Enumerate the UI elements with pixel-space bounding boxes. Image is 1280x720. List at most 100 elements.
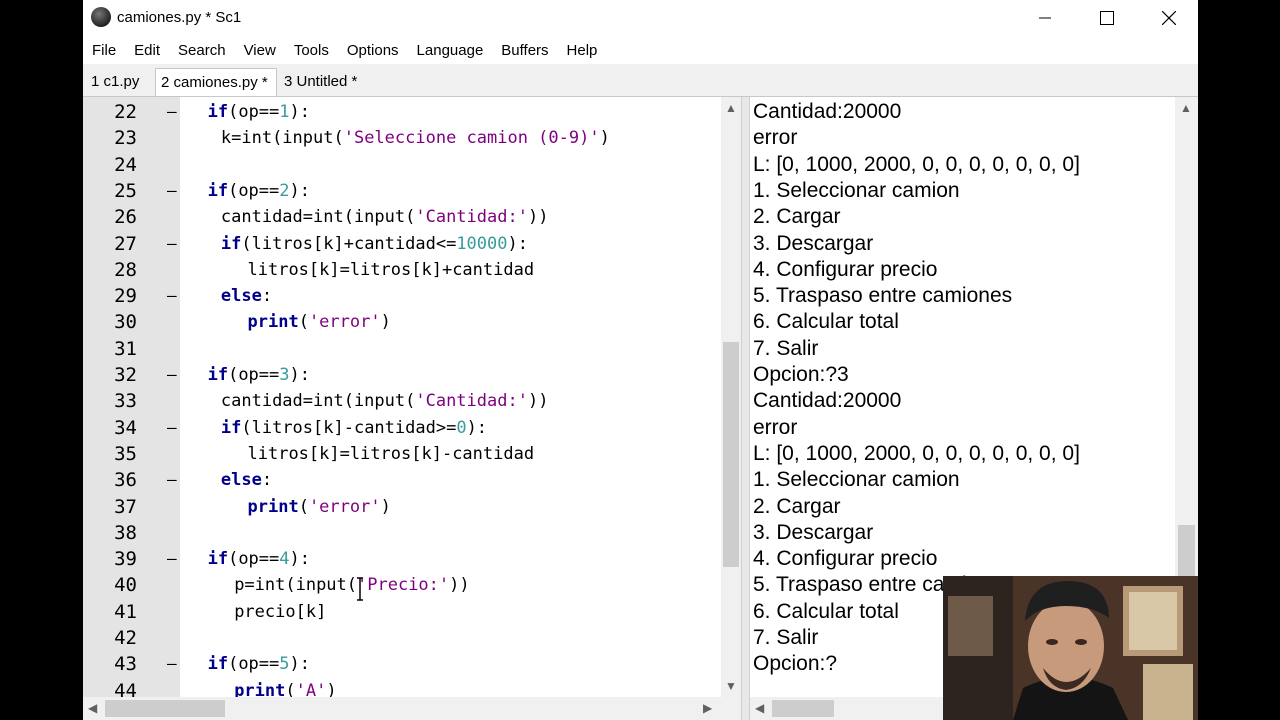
code-line[interactable]: 39 – if(op==4):: [83, 546, 741, 572]
code-line[interactable]: 41 precio[k]: [83, 599, 741, 625]
scroll-down-arrow-icon[interactable]: ▼: [725, 679, 737, 693]
fold-marker-icon[interactable]: –: [167, 99, 177, 125]
pane-splitter[interactable]: [741, 97, 750, 720]
output-line: Cantidad:20000: [753, 100, 902, 123]
code-token: (op==: [228, 654, 280, 675]
code-text: cantidad=int(input('Cantidad:')): [221, 388, 549, 414]
title-bar[interactable]: camiones.py * Sc1: [83, 0, 1198, 36]
code-line[interactable]: 22 – if(op==1):: [83, 99, 741, 125]
menu-file[interactable]: File: [83, 42, 125, 59]
menu-view[interactable]: View: [235, 42, 285, 59]
scroll-left-arrow-icon[interactable]: ◀: [755, 701, 764, 715]
fold-marker-icon[interactable]: –: [167, 231, 177, 257]
menu-search[interactable]: Search: [169, 42, 235, 59]
tab-label: 3 Untitled *: [284, 73, 358, 90]
fold-marker-icon[interactable]: –: [167, 651, 177, 677]
output-line: 2. Cargar: [753, 494, 841, 518]
tab-c1[interactable]: 1 c1.py: [86, 68, 144, 95]
line-number: 42: [114, 627, 137, 649]
code-line[interactable]: 28 litros[k]=litros[k]+cantidad: [83, 257, 741, 283]
minimize-button[interactable]: [1022, 0, 1068, 36]
output-line: Opcion:?: [753, 652, 838, 676]
code-token: 'error': [308, 496, 381, 517]
code-line[interactable]: 30 print('error'): [83, 309, 741, 335]
code-line[interactable]: 32 – if(op==3):: [83, 362, 741, 388]
scroll-thumb[interactable]: [723, 342, 739, 567]
code-line[interactable]: 25 – if(op==2):: [83, 178, 741, 204]
code-line[interactable]: 33 cantidad=int(input('Cantidad:')): [83, 388, 741, 414]
scroll-thumb[interactable]: [772, 700, 834, 717]
code-line[interactable]: 27 – if(litros[k]+cantidad<=10000):: [83, 231, 741, 257]
code-token: )): [449, 575, 470, 596]
output-line: L: [0, 1000, 2000, 0, 0, 0, 0, 0, 0, 0]: [753, 152, 1080, 176]
line-number: 32: [114, 364, 137, 386]
menu-options[interactable]: Options: [338, 42, 408, 59]
code-token: :: [299, 102, 311, 122]
code-token: 3: [279, 365, 290, 385]
code-editor[interactable]: 22– if(op==1): 23 k=int(input('Seleccione c…: [83, 97, 741, 697]
output-line: 1. Seleccionar camion: [753, 468, 960, 492]
fold-marker-icon[interactable]: –: [167, 467, 177, 493]
code-token: if: [220, 233, 242, 254]
code-token: op==: [238, 102, 280, 122]
code-line[interactable]: 29 – else:: [83, 283, 741, 309]
code-line[interactable]: 34 – if(litros[k]-cantidad>=0):: [83, 415, 741, 441]
line-number: 22: [114, 101, 137, 123]
scroll-thumb[interactable]: [105, 700, 225, 717]
scroll-up-arrow-icon[interactable]: ▲: [725, 101, 737, 115]
line-number: 44: [114, 679, 137, 697]
output-line: Cantidad:20000: [753, 389, 902, 413]
menu-buffers[interactable]: Buffers: [492, 42, 557, 59]
output-line: 3. Descargar: [753, 231, 874, 255]
code-line[interactable]: 35 litros[k]=litros[k]-cantidad: [83, 441, 741, 467]
output-line: L: [0, 1000, 2000, 0, 0, 0, 0, 0, 0, 0]: [753, 441, 1080, 465]
editor-horizontal-scrollbar[interactable]: ◀ ▶: [83, 697, 721, 720]
code-line[interactable]: 37 print('error'): [83, 494, 741, 520]
output-line: 1. Seleccionar camion: [753, 178, 960, 202]
code-line[interactable]: 24: [83, 152, 741, 178]
code-line[interactable]: 42: [83, 625, 741, 651]
close-button[interactable]: [1146, 0, 1192, 36]
tab-camiones[interactable]: 2 camiones.py *: [155, 68, 277, 96]
fold-marker-icon[interactable]: –: [167, 546, 177, 572]
menu-edit[interactable]: Edit: [125, 42, 169, 59]
code-token: k=int(input(: [220, 128, 344, 149]
scroll-left-arrow-icon[interactable]: ◀: [88, 701, 97, 715]
code-line[interactable]: 31: [83, 336, 741, 362]
code-line[interactable]: 44 print('A'): [83, 678, 741, 697]
code-line[interactable]: 43 – if(op==5):: [83, 651, 741, 677]
editor-vertical-scrollbar[interactable]: ▲ ▼: [721, 97, 741, 697]
code-text: print('A'): [234, 678, 336, 697]
code-token: if: [207, 180, 229, 201]
code-token: (: [298, 496, 309, 517]
fold-marker-icon[interactable]: –: [167, 362, 177, 388]
fold-marker-icon[interactable]: –: [167, 415, 177, 441]
code-token: ): [599, 128, 610, 149]
output-line: 6. Calcular total: [753, 599, 899, 623]
code-line[interactable]: 38: [83, 520, 741, 546]
code-token: (op==: [228, 549, 280, 570]
menu-help[interactable]: Help: [558, 42, 607, 59]
maximize-button[interactable]: [1084, 0, 1130, 36]
code-token: 1: [279, 102, 290, 122]
line-number: 33: [114, 390, 137, 413]
scroll-up-arrow-icon[interactable]: ▲: [1180, 101, 1192, 115]
fold-marker-icon[interactable]: –: [167, 283, 177, 309]
code-token: cantidad=int(input(: [220, 207, 416, 228]
fold-marker-icon[interactable]: –: [167, 178, 177, 204]
scroll-right-arrow-icon[interactable]: ▶: [703, 701, 712, 715]
output-line: 4. Configurar precio: [753, 257, 938, 281]
minimize-icon: [1039, 17, 1051, 19]
line-number: 27: [114, 232, 137, 255]
tab-untitled[interactable]: 3 Untitled *: [279, 68, 362, 95]
code-line[interactable]: 36 – else:: [83, 467, 741, 493]
menu-tools[interactable]: Tools: [285, 42, 338, 59]
code-text: else:: [221, 467, 272, 493]
menu-language[interactable]: Language: [408, 42, 493, 59]
code-text: print('error'): [248, 309, 391, 335]
code-token: 'A': [295, 680, 327, 697]
code-token: 'Cantidad:': [415, 391, 528, 412]
code-line[interactable]: 40 p=int(input('Precio:')): [83, 572, 741, 598]
code-line[interactable]: 26 cantidad=int(input('Cantidad:')): [83, 204, 741, 230]
code-line[interactable]: 23 k=int(input('Seleccione camion (0-9)'): [83, 125, 741, 151]
